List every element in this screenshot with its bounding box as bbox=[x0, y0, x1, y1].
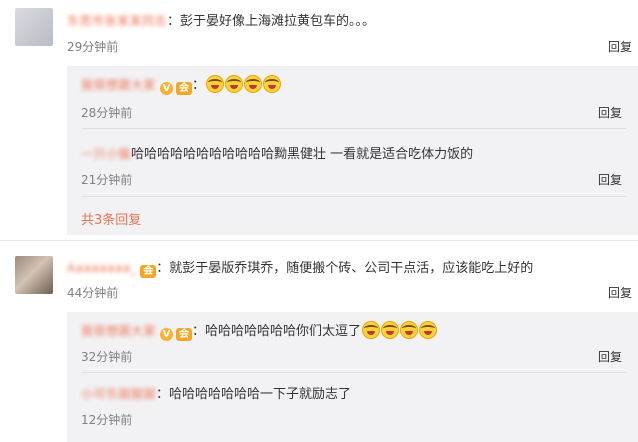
reply-item: 我很想跟大家 V 会：哈哈哈哈哈哈哈你们太逗了 32分钟前 回复 bbox=[67, 312, 638, 372]
laughing-tears-emoji-icon bbox=[206, 75, 225, 93]
username-link[interactable]: 东莞市张某某同志 bbox=[67, 12, 167, 29]
reply-box: 我很想跟大家 V 会：哈哈哈哈哈哈哈你们太逗了 32分钟前 回复 小可乐甜甜甜：哈哈… bbox=[67, 312, 638, 442]
reply-line: 我很想跟大家 V 会：哈哈哈哈哈哈哈你们太逗了 bbox=[81, 320, 438, 341]
comment-item: 东莞市张某某同志：彭于晏好像上海滩拉黄包车的。。。 29分钟前 回复 我很想跟大… bbox=[0, 0, 638, 235]
username-link[interactable]: 我很想跟大家 bbox=[81, 76, 156, 93]
reply-button[interactable]: 回复 bbox=[608, 38, 636, 55]
laughing-tears-emoji-icon bbox=[362, 321, 381, 339]
comment-time: 44分钟前 bbox=[67, 286, 119, 300]
reply-line: 一只小猫哈哈哈哈哈哈哈哈哈哈哈黝黑健壮 一看就是适合吃体力饭的 bbox=[81, 143, 473, 162]
laughing-tears-emoji-icon bbox=[381, 321, 400, 339]
comment-text: ：彭于晏好像上海滩拉黄包车的。。。 bbox=[167, 14, 376, 29]
verified-icon: V bbox=[160, 328, 174, 341]
reply-time: 28分钟前 bbox=[81, 106, 133, 120]
laughing-tears-emoji-icon bbox=[400, 321, 419, 339]
comment-line: Aaaaaaaa_ 会：就彭于晏版乔琪乔，随便搬个砖、公司干点活，应该能吃上好的 bbox=[67, 257, 533, 278]
comment-line: 东莞市张某某同志：彭于晏好像上海滩拉黄包车的。。。 bbox=[67, 10, 375, 29]
more-replies-link[interactable]: 共3条回复 bbox=[81, 209, 141, 228]
member-badge-icon: 会 bbox=[176, 328, 193, 341]
reply-button[interactable]: 回复 bbox=[598, 348, 626, 365]
reply-time: 21分钟前 bbox=[81, 173, 133, 187]
reply-text: ：哈哈哈哈哈哈哈一下子就励志了 bbox=[156, 387, 352, 402]
reply-box: 我很想跟大家 V 会： 28分钟前 回复 一只小猫哈哈哈哈哈哈哈哈哈哈哈黝黑健壮 一… bbox=[67, 66, 638, 235]
comment-separator bbox=[0, 240, 638, 241]
reply-button[interactable]: 回复 bbox=[608, 284, 636, 301]
reply-item: 我很想跟大家 V 会： 28分钟前 回复 bbox=[67, 66, 638, 128]
username-link[interactable]: 一只小猫 bbox=[81, 145, 131, 162]
laughing-tears-emoji-icon bbox=[244, 75, 263, 93]
reply-item: 小可乐甜甜甜：哈哈哈哈哈哈哈一下子就励志了 12分钟前 bbox=[67, 373, 638, 433]
reply-line: 我很想跟大家 V 会： bbox=[81, 74, 282, 95]
comment-time: 29分钟前 bbox=[67, 40, 119, 54]
username-link[interactable]: 小可乐甜甜甜 bbox=[81, 385, 156, 402]
verified-icon: V bbox=[160, 82, 174, 95]
reply-line: 小可乐甜甜甜：哈哈哈哈哈哈哈一下子就励志了 bbox=[81, 383, 351, 402]
username-link[interactable]: 我很想跟大家 bbox=[81, 322, 156, 339]
divider bbox=[81, 196, 626, 197]
reply-text: ：哈哈哈哈哈哈哈你们太逗了 bbox=[192, 324, 362, 339]
reply-button[interactable]: 回复 bbox=[598, 104, 626, 121]
comment-text: ：就彭于晏版乔琪乔，随便搬个砖、公司干点活，应该能吃上好的 bbox=[156, 261, 534, 276]
member-badge-icon: 会 bbox=[140, 265, 157, 278]
username-link[interactable]: Aaaaaaaa_ bbox=[67, 261, 137, 275]
member-badge-icon: 会 bbox=[176, 82, 193, 95]
laughing-tears-emoji-icon bbox=[263, 75, 282, 93]
comment-item: Aaaaaaaa_ 会：就彭于晏版乔琪乔，随便搬个砖、公司干点活，应该能吃上好的 … bbox=[0, 250, 638, 442]
reply-button[interactable]: 回复 bbox=[598, 171, 626, 188]
laughing-tears-emoji-icon bbox=[419, 321, 438, 339]
reply-text: ： bbox=[192, 78, 206, 93]
reply-text: 哈哈哈哈哈哈哈哈哈哈哈黝黑健壮 一看就是适合吃体力饭的 bbox=[131, 147, 474, 162]
avatar[interactable] bbox=[15, 8, 53, 46]
reply-time: 12分钟前 bbox=[81, 413, 133, 427]
reply-item: 一只小猫哈哈哈哈哈哈哈哈哈哈哈黝黑健壮 一看就是适合吃体力饭的 21分钟前 回复 bbox=[67, 129, 638, 196]
avatar[interactable] bbox=[15, 256, 53, 294]
reply-time: 32分钟前 bbox=[81, 350, 133, 364]
laughing-tears-emoji-icon bbox=[225, 75, 244, 93]
